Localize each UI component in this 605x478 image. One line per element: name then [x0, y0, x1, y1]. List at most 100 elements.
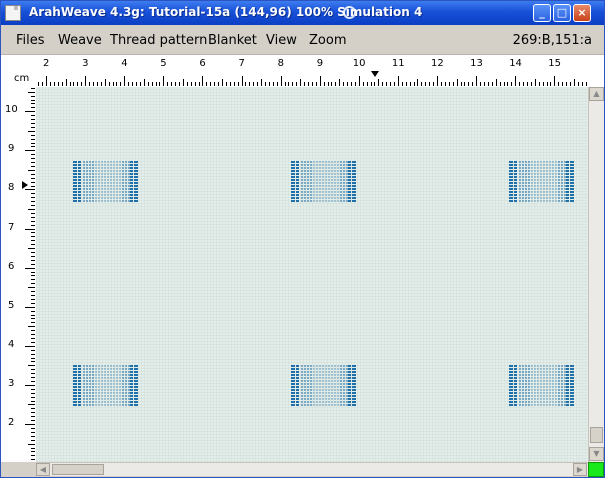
- status-indicator: [588, 462, 604, 477]
- menu-view[interactable]: View: [266, 33, 297, 48]
- ruler-tick: [472, 82, 474, 86]
- ruler-tick: [31, 103, 35, 105]
- horizontal-scroll-thumb[interactable]: [52, 464, 104, 475]
- ruler-tick: [31, 263, 35, 265]
- fabric-simulation-canvas[interactable]: [36, 87, 588, 462]
- arahweave-window: ArahWeave 4.3g: Tutorial-15a (144,96) 10…: [0, 0, 605, 478]
- horizontal-scrollbar[interactable]: ◀ ▶: [36, 462, 588, 476]
- ruler-tick: [120, 82, 122, 86]
- ruler-tick: [31, 396, 35, 398]
- ruler-tick: [31, 408, 35, 410]
- ruler-tick: [28, 443, 35, 445]
- ruler-label-top: 7: [238, 58, 245, 69]
- ruler-label-left: 5: [8, 299, 15, 311]
- ruler-tick: [460, 82, 462, 86]
- document-icon[interactable]: [5, 5, 21, 21]
- ruler-tick: [523, 82, 524, 86]
- menu-weave[interactable]: Weave: [58, 33, 102, 48]
- ruler-tick: [499, 82, 501, 86]
- ruler-tick: [476, 76, 478, 86]
- menu-blanket[interactable]: Blanket: [208, 33, 257, 48]
- maximize-button[interactable]: □: [553, 4, 571, 22]
- ruler-tick: [261, 79, 263, 86]
- ruler-label-top: 9: [316, 58, 324, 69]
- ruler-tick: [194, 82, 196, 86]
- ruler-tick: [31, 173, 35, 175]
- close-button[interactable]: ×: [573, 4, 591, 22]
- ruler-tick: [483, 82, 485, 86]
- ruler-tick: [31, 134, 35, 136]
- ruler-tick: [31, 138, 35, 140]
- ruler-unit-label: cm: [14, 73, 30, 84]
- scroll-left-arrow-icon[interactable]: ◀: [36, 463, 50, 476]
- ruler-tick: [31, 381, 35, 382]
- vertical-scrollbar[interactable]: ▲ ▼: [588, 87, 604, 462]
- ruler-tick: [480, 82, 481, 86]
- ruler-tick: [265, 82, 266, 86]
- ruler-tick: [538, 82, 540, 86]
- ruler-tick: [468, 82, 470, 86]
- ruler-tick: [31, 107, 35, 109]
- ruler-tick: [448, 82, 450, 86]
- scroll-down-arrow-icon[interactable]: ▼: [589, 447, 604, 461]
- ruler-tick: [112, 82, 114, 86]
- ruler-tick: [358, 76, 360, 86]
- ruler-tick: [253, 82, 255, 86]
- ruler-tick: [31, 224, 35, 226]
- ruler-label-top: 15: [548, 58, 562, 69]
- ruler-tick: [31, 357, 35, 359]
- ruler-tick: [268, 82, 270, 86]
- ruler-tick: [77, 82, 79, 86]
- ruler-tick: [73, 82, 75, 86]
- ruler-tick: [186, 82, 188, 86]
- ruler-label-top: 5: [160, 58, 167, 69]
- ruler-tick: [276, 82, 278, 86]
- ruler-tick: [31, 259, 35, 261]
- ruler-tick: [28, 130, 35, 132]
- ruler-tick: [237, 82, 239, 86]
- ruler-tick: [31, 236, 35, 238]
- scroll-right-arrow-icon[interactable]: ▶: [573, 463, 587, 476]
- ruler-tick: [249, 82, 251, 86]
- menu-zoom[interactable]: Zoom: [309, 33, 346, 48]
- scroll-up-arrow-icon[interactable]: ▲: [589, 87, 604, 101]
- ruler-tick: [31, 318, 35, 320]
- ruler-tick: [171, 82, 173, 86]
- ruler-tick: [362, 82, 364, 86]
- menu-thread-pattern[interactable]: Thread pattern: [110, 33, 207, 48]
- ruler-tick: [25, 424, 35, 425]
- ruler-tick: [554, 76, 556, 86]
- title-bar[interactable]: ArahWeave 4.3g: Tutorial-15a (144,96) 10…: [1, 1, 604, 25]
- ruler-tick: [534, 79, 536, 86]
- ruler-tick: [159, 82, 161, 86]
- ruler-tick: [31, 353, 35, 355]
- ruler-tick: [409, 82, 411, 86]
- ruler-tick: [25, 111, 35, 113]
- ruler-tick: [143, 79, 145, 86]
- ruler-tick: [214, 82, 216, 86]
- ruler-label-top: 13: [470, 58, 483, 69]
- ruler-tick: [163, 76, 165, 86]
- ruler-tick: [31, 314, 35, 316]
- vertical-scroll-thumb[interactable]: [590, 427, 603, 443]
- ruler-tick: [116, 82, 118, 86]
- ruler-tick: [31, 197, 35, 199]
- ruler-tick: [96, 82, 98, 86]
- ruler-label-left: 9: [8, 143, 15, 155]
- fabric-motif: [73, 365, 141, 407]
- ruler-tick: [558, 82, 560, 86]
- menu-files[interactable]: Files: [16, 33, 45, 48]
- ruler-tick: [284, 82, 286, 86]
- ruler-position-marker-icon: [371, 71, 379, 77]
- ruler-tick: [28, 287, 35, 289]
- ruler-tick: [569, 82, 571, 86]
- ruler-tick: [257, 82, 259, 86]
- ruler-tick: [31, 400, 35, 402]
- ruler-tick: [132, 82, 133, 86]
- swirl-icon: [343, 6, 356, 19]
- ruler-tick: [507, 82, 509, 86]
- ruler-tick: [304, 82, 306, 86]
- ruler-label-top: 12: [431, 58, 444, 69]
- minimize-button[interactable]: _: [533, 4, 551, 22]
- ruler-label-left: 8: [8, 182, 15, 194]
